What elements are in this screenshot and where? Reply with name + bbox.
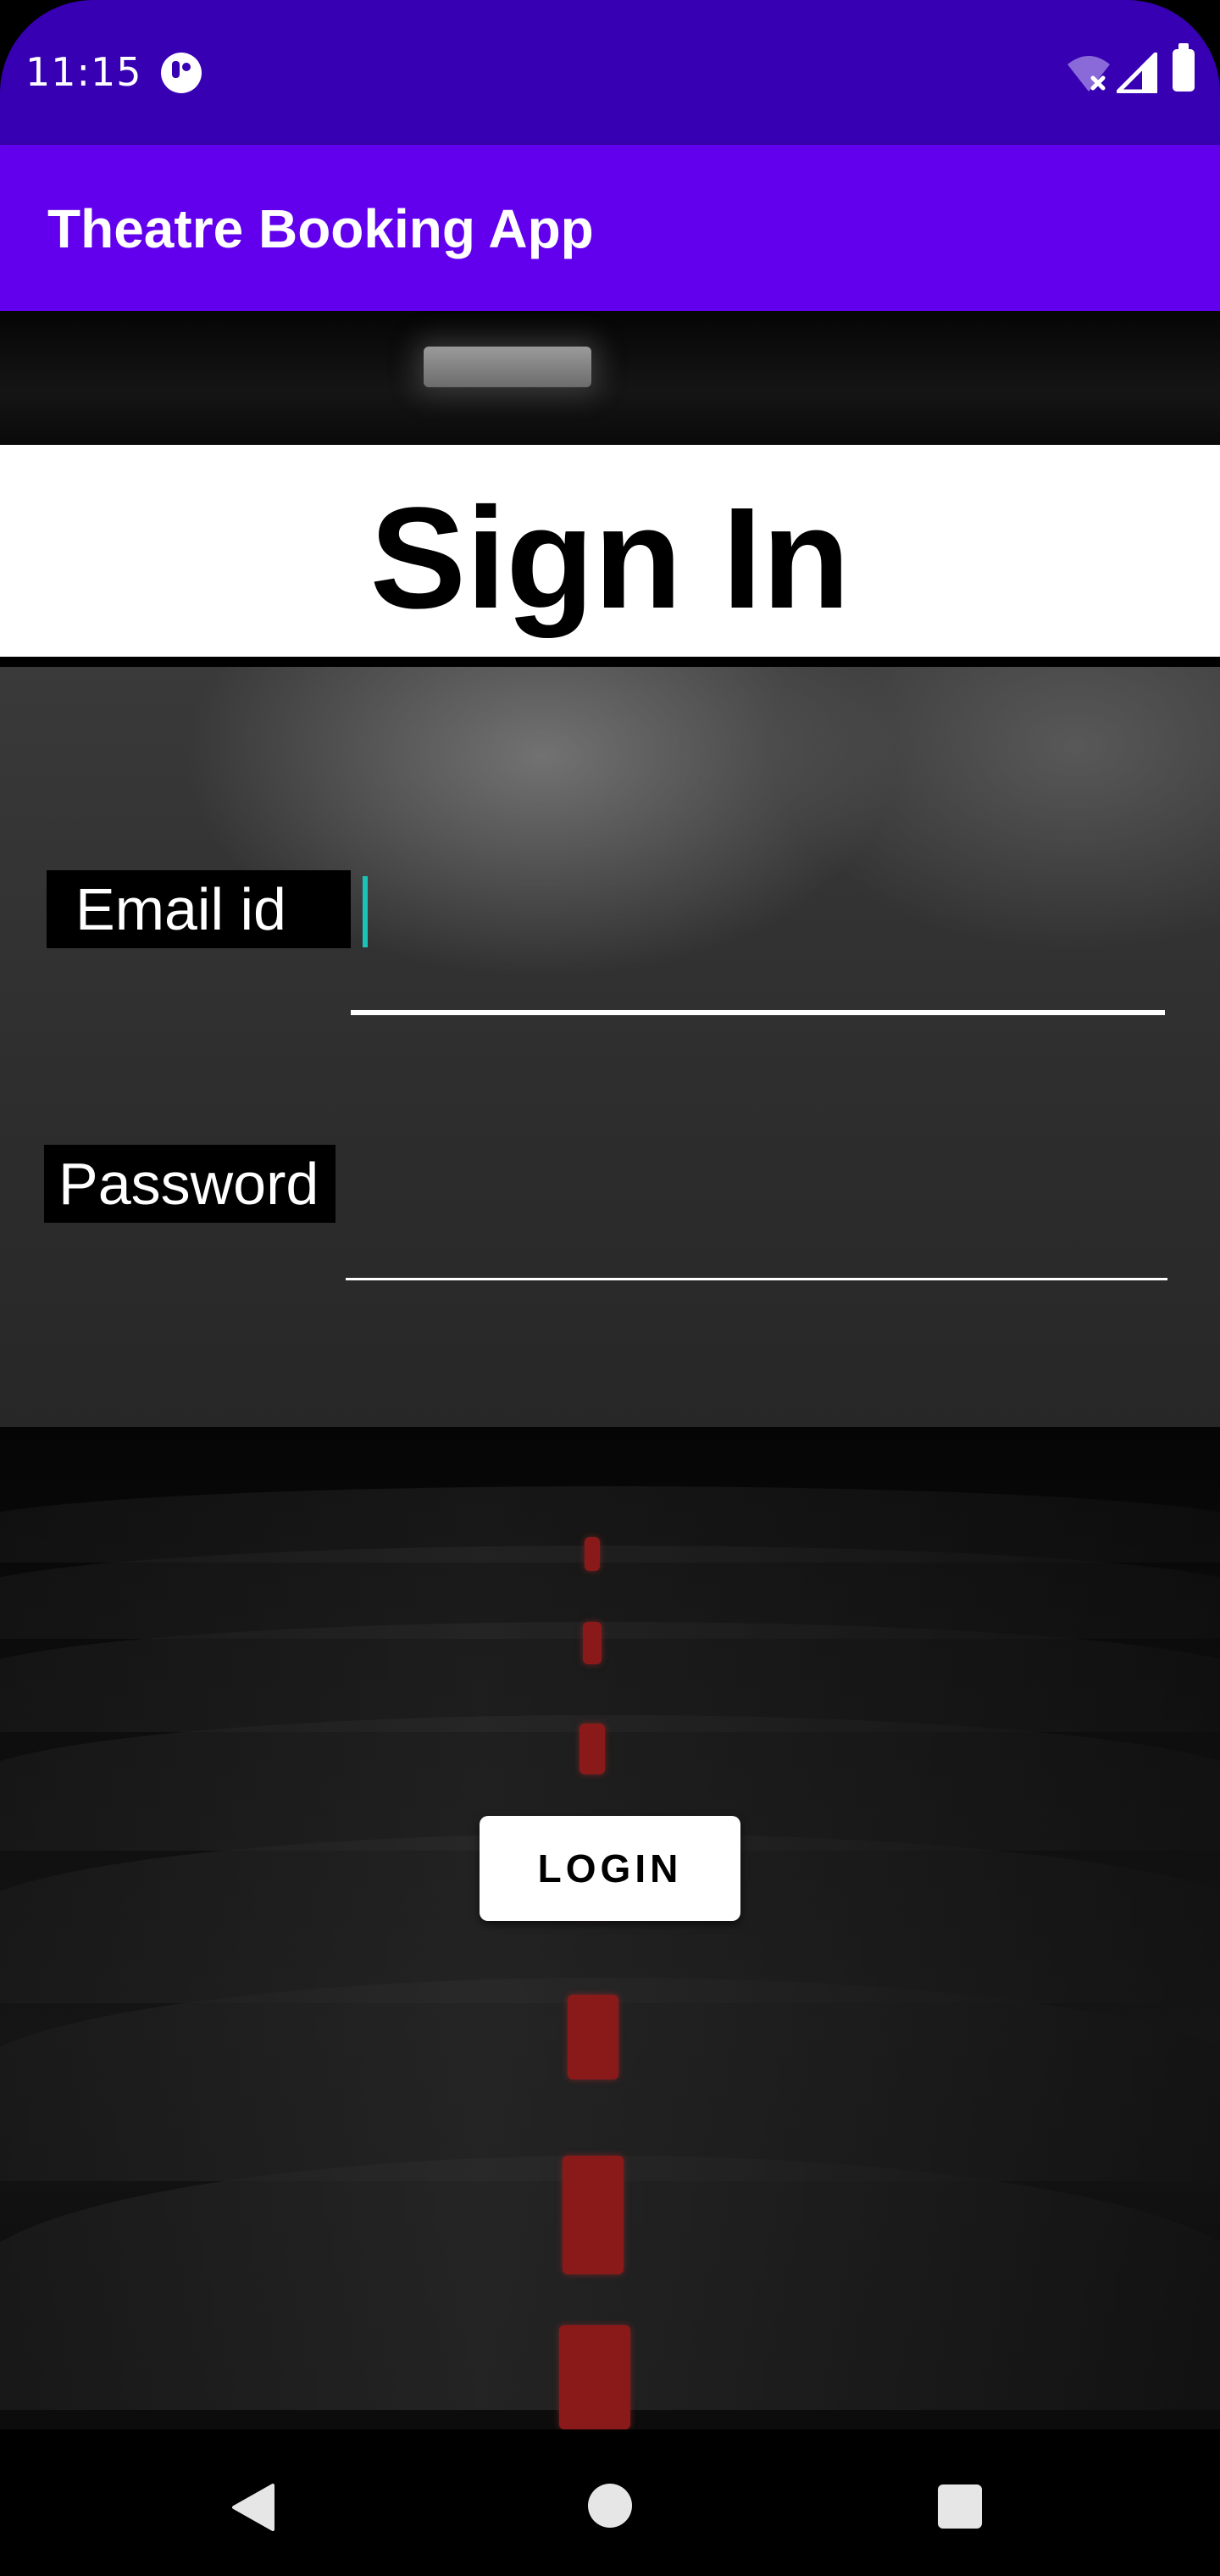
aisle-light [563,2156,624,2274]
email-input[interactable] [351,864,1165,1015]
app-notification-icon [161,53,202,93]
app-title: Theatre Booking App [47,198,594,259]
phone-screen: 11:15 Theatre Booking App Sign In Email … [0,0,1220,2576]
aisle-light [585,1537,600,1571]
aisle-light [583,1622,602,1664]
aisle-light [559,2325,630,2429]
aisle-light [580,1724,605,1774]
ceiling-light [424,347,591,387]
login-button[interactable]: LOGIN [480,1816,740,1921]
signal-icon [1117,53,1157,93]
cinema-screen [0,654,1220,1427]
email-label: Email id [47,870,351,948]
sign-in-header: Sign In [0,445,1220,667]
password-input[interactable] [346,1144,1167,1280]
text-cursor [363,876,368,947]
password-label: Password [44,1145,336,1223]
ceiling [0,311,1220,445]
status-bar: 11:15 [0,0,1220,145]
page-title: Sign In [369,478,851,639]
wifi-off-icon [1068,56,1110,92]
recents-icon[interactable] [938,2484,982,2529]
app-bar: Theatre Booking App [0,145,1220,311]
status-time: 11:15 [25,49,142,95]
home-icon[interactable] [588,2484,632,2528]
aisle-light [568,1995,618,2079]
battery-icon [1173,43,1195,92]
seat-area [0,1427,1220,2429]
back-icon[interactable] [230,2482,276,2533]
